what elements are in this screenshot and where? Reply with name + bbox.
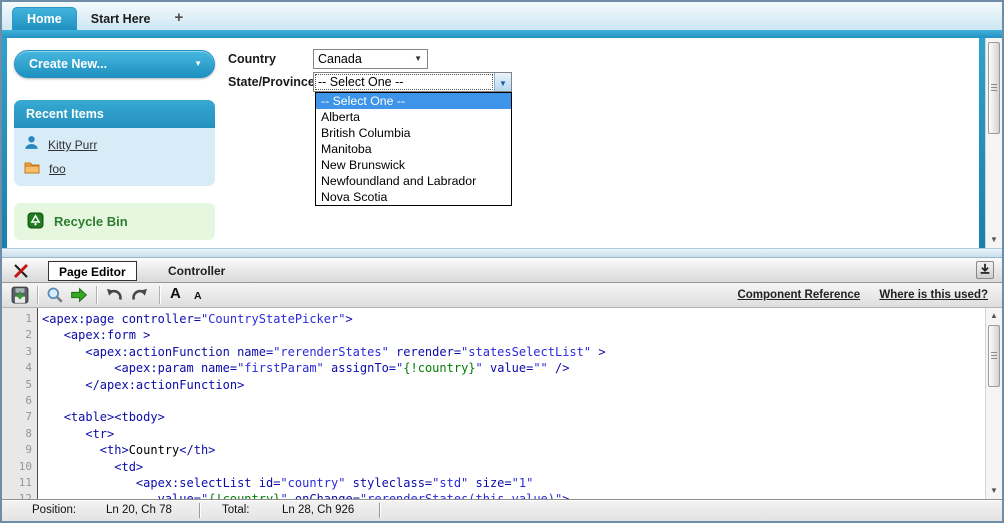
code-line: <apex:actionFunction name="rerenderState…	[42, 344, 984, 360]
font-decrease-button[interactable]: A	[194, 290, 202, 302]
code-line: <apex:page controller="CountryStatePicke…	[42, 311, 984, 327]
go-arrow-icon[interactable]	[70, 286, 88, 304]
font-increase-button[interactable]: A	[170, 285, 181, 302]
pane-divider	[2, 248, 1002, 258]
position-label: Position:	[32, 500, 76, 521]
code-line: <td>	[42, 459, 984, 475]
scrollbar-thumb[interactable]	[988, 42, 1000, 134]
code-line: <apex:form >	[42, 327, 984, 343]
chevron-down-icon: ▼	[414, 50, 422, 68]
state-option[interactable]: British Columbia	[316, 125, 511, 141]
preview-vertical-scrollbar[interactable]: ▼	[985, 38, 1002, 248]
state-option[interactable]: -- Select One --	[316, 93, 511, 109]
where-is-this-used-link[interactable]: Where is this used?	[879, 289, 988, 301]
status-separator	[199, 503, 201, 518]
tab-page-editor[interactable]: Page Editor	[48, 261, 137, 281]
status-separator	[379, 503, 381, 518]
state-option[interactable]: Nova Scotia	[316, 189, 511, 205]
chevron-down-icon: ▼	[499, 79, 507, 88]
tab-controller[interactable]: Controller	[168, 261, 225, 281]
folder-icon	[24, 160, 40, 179]
country-label: Country	[228, 52, 276, 66]
chevron-down-icon: ▼	[194, 51, 202, 77]
recent-item: foo	[14, 157, 215, 181]
save-icon[interactable]	[11, 286, 29, 304]
code-line: <apex:selectList id="country" styleclass…	[42, 475, 984, 491]
code-line: <tr>	[42, 426, 984, 442]
code-line: <th>Country</th>	[42, 442, 984, 458]
state-option[interactable]: Newfoundland and Labrador	[316, 173, 511, 189]
create-new-label: Create New...	[29, 57, 107, 71]
tab-home[interactable]: Home	[12, 7, 77, 30]
create-new-button[interactable]: Create New... ▼	[14, 50, 215, 78]
person-icon	[24, 135, 39, 155]
state-label: State/Province	[228, 75, 315, 89]
scrollbar-thumb[interactable]	[988, 325, 1000, 387]
collapse-editor-icon[interactable]	[976, 261, 994, 279]
tab-start-here[interactable]: Start Here	[77, 8, 165, 30]
recent-item-link[interactable]: Kitty Purr	[48, 138, 97, 152]
code-line: <table><tbody>	[42, 409, 984, 425]
recycle-bin-link[interactable]: Recycle Bin	[14, 203, 215, 240]
scrollbar-grip	[991, 352, 997, 360]
scroll-down-arrow[interactable]: ▼	[986, 233, 1002, 247]
recent-items-list: Kitty Purr foo	[14, 128, 215, 186]
total-label: Total:	[222, 500, 250, 521]
code-line: value="{!country}" onChange="rerenderSta…	[42, 491, 984, 499]
search-icon[interactable]	[46, 286, 64, 304]
recent-items-title: Recent Items	[26, 107, 104, 121]
focus-outline	[315, 74, 493, 90]
recent-items-header: Recent Items	[14, 100, 215, 128]
active-tab-strip	[2, 30, 1002, 38]
recycle-bin-label: Recycle Bin	[54, 214, 128, 229]
state-dropdown-list: -- Select One --AlbertaBritish ColumbiaM…	[315, 92, 512, 206]
close-icon[interactable]	[12, 262, 30, 280]
state-select-dropdown-button[interactable]: ▼	[494, 73, 511, 91]
country-select-value: Canada	[318, 52, 362, 66]
code-line	[42, 393, 984, 409]
country-select[interactable]: Canada ▼	[313, 49, 428, 69]
position-value: Ln 20, Ch 78	[106, 500, 172, 521]
browser-window: Home Start Here + Create New... ▼ Recent…	[0, 0, 1004, 523]
toolbar-separator	[96, 286, 98, 304]
redo-icon[interactable]	[131, 286, 149, 304]
state-option[interactable]: New Brunswick	[316, 157, 511, 173]
code-gutter: 123456789101112	[2, 308, 38, 499]
app-tab-bar: Home Start Here +	[2, 2, 1002, 30]
editor-links: Component Reference Where is this used?	[721, 283, 988, 308]
state-select[interactable]: -- Select One -- ▼	[313, 72, 512, 92]
total-value: Ln 28, Ch 926	[282, 500, 354, 521]
state-option[interactable]: Manitoba	[316, 141, 511, 157]
scroll-up-arrow[interactable]: ▲	[986, 309, 1002, 323]
component-reference-link[interactable]: Component Reference	[737, 289, 860, 301]
page-preview-content: Create New... ▼ Recent Items Kitty Purr f…	[2, 38, 1002, 248]
scrollbar-grip	[991, 84, 997, 92]
add-tab-button[interactable]: +	[164, 8, 193, 30]
toolbar-separator	[37, 286, 39, 304]
state-option[interactable]: Alberta	[316, 109, 511, 125]
code-line: <apex:param name="firstParam" assignTo="…	[42, 360, 984, 376]
editor-status-bar: Position: Ln 20, Ch 78 Total: Ln 28, Ch …	[2, 499, 1002, 521]
recent-item: Kitty Purr	[14, 133, 215, 157]
editor-tab-bar: Page Editor Controller	[2, 258, 1002, 283]
code-line: </apex:actionFunction>	[42, 377, 984, 393]
undo-icon[interactable]	[105, 286, 123, 304]
editor-vertical-scrollbar[interactable]: ▲ ▼	[985, 308, 1002, 499]
recycle-bin-icon	[27, 212, 44, 232]
code-lines: <apex:page controller="CountryStatePicke…	[42, 311, 984, 499]
toolbar-separator	[159, 286, 161, 304]
editor-toolbar: A A Component Reference Where is this us…	[2, 283, 1002, 308]
recent-item-link[interactable]: foo	[49, 162, 66, 176]
scroll-down-arrow[interactable]: ▼	[986, 484, 1002, 498]
code-editor[interactable]: 123456789101112 <apex:page controller="C…	[2, 308, 1002, 499]
left-accent-strip	[2, 38, 7, 248]
